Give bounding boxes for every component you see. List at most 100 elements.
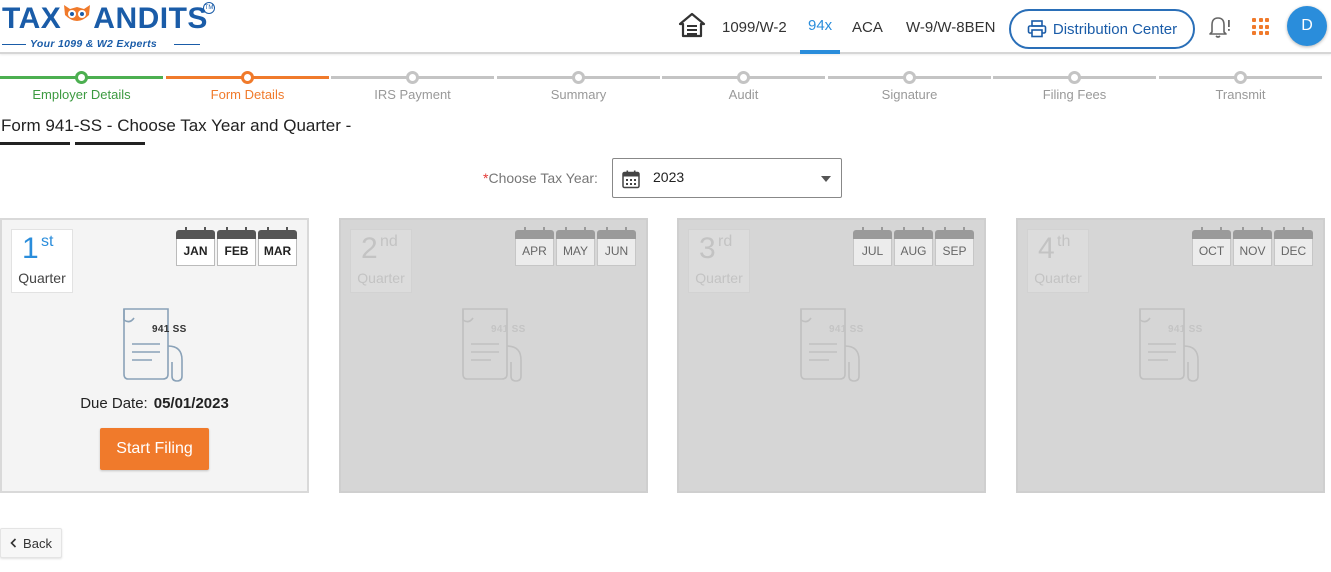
- step-dot: [406, 71, 419, 84]
- active-nav-indicator: [800, 50, 840, 54]
- logo-text-right: ANDITS: [93, 2, 208, 35]
- quarter-number: 2: [361, 232, 378, 265]
- month-calendar-icon: APR: [515, 227, 554, 266]
- top-navigation-bar: TAX ANDITS TM Your 1099 & W2 Experts 1099…: [0, 0, 1331, 54]
- chevron-left-icon: [10, 538, 17, 548]
- back-button[interactable]: Back: [0, 528, 62, 558]
- month-label: APR: [515, 239, 554, 266]
- month-label: OCT: [1192, 239, 1231, 266]
- step-audit[interactable]: Audit: [662, 66, 825, 106]
- due-date: Due Date: 05/01/2023: [2, 395, 307, 412]
- form-document-icon: [1139, 308, 1199, 382]
- quarter-badge: 4 th Quarter: [1027, 229, 1089, 293]
- logo-wordmark: TAX ANDITS: [2, 2, 208, 36]
- form-code-label: 941 SS: [829, 324, 864, 335]
- quarter-card-1[interactable]: 1 st Quarter JAN FEB MAR 941 SS Due Date…: [0, 218, 309, 493]
- quarter-card-2: 2 nd Quarter APR MAY JUN 941 SS: [339, 218, 648, 493]
- month-calendar-icon: OCT: [1192, 227, 1231, 266]
- step-summary[interactable]: Summary: [497, 66, 660, 106]
- back-label: Back: [23, 535, 52, 551]
- month-label: DEC: [1274, 239, 1313, 266]
- quarter-suffix: nd: [380, 233, 398, 250]
- step-dot: [903, 71, 916, 84]
- tax-year-label: *Choose Tax Year:: [483, 170, 598, 186]
- month-calendar-icon: MAR: [258, 227, 297, 266]
- month-label: JAN: [176, 239, 215, 266]
- start-filing-button[interactable]: Start Filing: [100, 428, 209, 470]
- tax-year-label-text: Choose Tax Year:: [488, 170, 598, 186]
- logo-text-left: TAX: [2, 2, 62, 35]
- quarter-months: APR MAY JUN: [515, 227, 636, 266]
- month-label: MAY: [556, 239, 595, 266]
- quarter-badge: 1 st Quarter: [11, 229, 73, 293]
- form-document-icon: [123, 308, 183, 382]
- quarter-suffix: th: [1057, 233, 1071, 250]
- nav-94x[interactable]: 94x: [808, 17, 832, 34]
- step-signature[interactable]: Signature: [828, 66, 991, 106]
- month-calendar-icon: NOV: [1233, 227, 1272, 266]
- tax-year-value: 2023: [653, 169, 685, 185]
- home-icon[interactable]: [678, 12, 706, 38]
- quarter-months: OCT NOV DEC: [1192, 227, 1313, 266]
- form-document-icon: [462, 308, 522, 382]
- trademark-mark: TM: [203, 2, 215, 14]
- step-dot: [572, 71, 585, 84]
- nav-aca[interactable]: ACA: [852, 19, 883, 36]
- month-label: FEB: [217, 239, 256, 266]
- month-calendar-icon: JUL: [853, 227, 892, 266]
- quarter-card-4: 4 th Quarter OCT NOV DEC 941 SS: [1016, 218, 1325, 493]
- user-avatar[interactable]: D: [1287, 6, 1327, 46]
- quarter-months: JUL AUG SEP: [853, 227, 974, 266]
- distribution-center-button[interactable]: Distribution Center: [1009, 9, 1195, 49]
- step-employer-details[interactable]: Employer Details: [0, 66, 163, 106]
- taxbandits-logo[interactable]: TAX ANDITS TM Your 1099 & W2 Experts: [0, 2, 215, 52]
- form-code-label: 941 SS: [491, 324, 526, 335]
- title-underline: [75, 142, 145, 145]
- logo-tagline: Your 1099 & W2 Experts: [30, 38, 158, 50]
- nav-1099-w2[interactable]: 1099/W-2: [722, 19, 787, 36]
- tagline-rule-right: [174, 44, 200, 45]
- quarter-number: 4: [1038, 232, 1055, 265]
- step-dot: [241, 71, 254, 84]
- chevron-down-icon: [821, 176, 831, 182]
- tax-year-select[interactable]: 2023: [612, 158, 842, 198]
- month-calendar-icon: JAN: [176, 227, 215, 266]
- month-calendar-icon: FEB: [217, 227, 256, 266]
- step-form-details[interactable]: Form Details: [166, 66, 329, 106]
- step-label: IRS Payment: [374, 87, 451, 102]
- due-date-label: Due Date:: [80, 395, 148, 412]
- month-label: NOV: [1233, 239, 1272, 266]
- step-label: Summary: [550, 87, 607, 102]
- step-dot: [737, 71, 750, 84]
- quarter-card-3: 3 rd Quarter JUL AUG SEP 941 SS: [677, 218, 986, 493]
- step-label: Filing Fees: [1042, 87, 1107, 102]
- distribution-center-label: Distribution Center: [1052, 20, 1178, 38]
- month-calendar-icon: DEC: [1274, 227, 1313, 266]
- month-label: SEP: [935, 239, 974, 266]
- nav-w9-w8ben[interactable]: W-9/W-8BEN: [906, 19, 995, 36]
- page-title: Form 941-SS - Choose Tax Year and Quarte…: [1, 116, 352, 135]
- month-calendar-icon: JUN: [597, 227, 636, 266]
- title-underline: [0, 142, 70, 145]
- quarter-word: Quarter: [695, 270, 743, 286]
- quarter-number: 1: [22, 232, 39, 265]
- progress-stepper: Employer Details Form Details IRS Paymen…: [0, 66, 1331, 106]
- step-transmit[interactable]: Transmit: [1159, 66, 1322, 106]
- step-label: Signature: [881, 87, 938, 102]
- form-code-label: 941 SS: [1168, 324, 1203, 335]
- step-irs-payment[interactable]: IRS Payment: [331, 66, 494, 106]
- step-dot: [1068, 71, 1081, 84]
- quarter-word: Quarter: [18, 270, 66, 286]
- bell-icon[interactable]: [1206, 14, 1232, 40]
- quarter-badge: 2 nd Quarter: [350, 229, 412, 293]
- step-dot: [1234, 71, 1247, 84]
- apps-grid-icon[interactable]: [1252, 18, 1269, 35]
- step-filing-fees[interactable]: Filing Fees: [993, 66, 1156, 106]
- calendar-icon: [622, 170, 640, 189]
- quarter-word: Quarter: [1034, 270, 1082, 286]
- form-code-label: 941 SS: [152, 324, 187, 335]
- tagline-rule-left: [2, 44, 26, 45]
- month-label: MAR: [258, 239, 297, 266]
- month-label: AUG: [894, 239, 933, 266]
- quarter-months: JAN FEB MAR: [176, 227, 297, 266]
